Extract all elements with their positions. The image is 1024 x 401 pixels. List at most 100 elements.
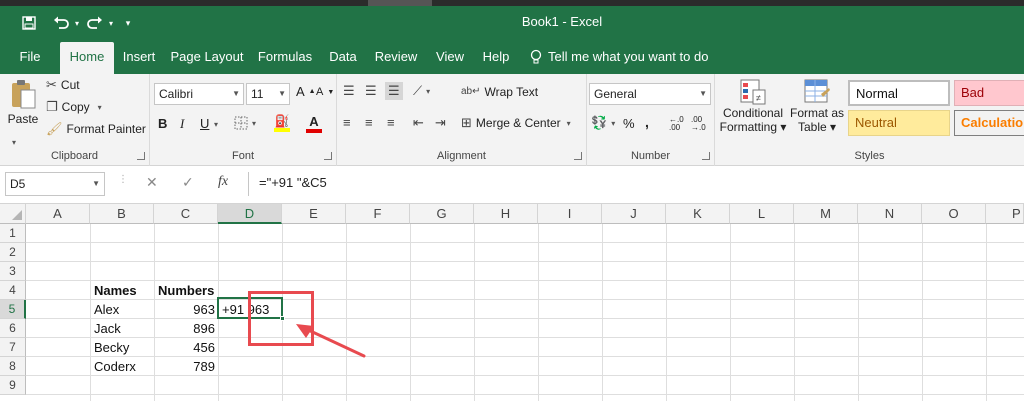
column-header-a[interactable]: A <box>26 204 90 224</box>
column-header-d[interactable]: D <box>218 204 282 224</box>
gridline <box>26 261 1024 262</box>
cell-b6[interactable]: Jack <box>91 319 154 338</box>
wrap-text-button[interactable]: ab↵ Wrap Text <box>461 85 538 99</box>
cell-c5[interactable]: 963 <box>155 300 218 319</box>
name-box[interactable]: D5 ▼ <box>5 172 105 196</box>
style-neutral[interactable]: Neutral <box>848 110 950 136</box>
formula-input[interactable]: ="+91 "&C5 <box>248 172 1024 196</box>
tab-data[interactable]: Data <box>324 40 362 74</box>
number-launcher-icon[interactable] <box>702 152 710 160</box>
column-header-k[interactable]: K <box>666 204 730 224</box>
cell-c4[interactable]: Numbers <box>155 281 218 300</box>
column-header-g[interactable]: G <box>410 204 474 224</box>
style-bad[interactable]: Bad <box>954 80 1024 106</box>
column-header-l[interactable]: L <box>730 204 794 224</box>
increase-font-size-button[interactable]: A ▲ <box>296 84 316 99</box>
tab-formulas[interactable]: Formulas <box>254 40 316 74</box>
merge-center-button[interactable]: ⊞ Merge & Center ▾ <box>461 116 571 131</box>
tab-page-layout[interactable]: Page Layout <box>168 40 246 74</box>
column-header-c[interactable]: C <box>154 204 218 224</box>
select-all-corner[interactable] <box>0 204 26 224</box>
increase-decimal-button[interactable]: ←.0.00 <box>669 116 684 132</box>
insert-function-button[interactable]: fx <box>218 174 228 190</box>
copy-button[interactable]: ❐ Copy ▾ <box>46 100 102 115</box>
column-header-n[interactable]: N <box>858 204 922 224</box>
tab-review[interactable]: Review <box>370 40 422 74</box>
row-header-4[interactable]: 4 <box>0 281 26 300</box>
font-color-button[interactable]: A <box>306 114 322 133</box>
more-options-icon[interactable]: ⋮ <box>118 174 128 185</box>
align-right-button[interactable]: ≡ <box>387 116 395 130</box>
cancel-icon[interactable]: ✕ <box>146 174 158 191</box>
fill-color-button[interactable]: ⛽ <box>274 114 290 132</box>
column-header-f[interactable]: F <box>346 204 410 224</box>
decrease-indent-button[interactable]: ⇤ <box>413 116 424 130</box>
tab-home[interactable]: Home <box>60 42 114 74</box>
tab-view[interactable]: View <box>430 40 470 74</box>
tab-help[interactable]: Help <box>478 40 514 74</box>
tell-me-box[interactable]: Tell me what you want to do <box>530 40 708 74</box>
font-name-select[interactable]: Calibri ▼ <box>154 83 244 105</box>
align-center-button[interactable]: ≡ <box>365 116 373 130</box>
underline-button[interactable]: U <box>200 116 209 131</box>
column-header-e[interactable]: E <box>282 204 346 224</box>
number-format-select[interactable]: General ▼ <box>589 83 711 105</box>
borders-icon <box>234 116 248 130</box>
row-header-8[interactable]: 8 <box>0 357 26 376</box>
alignment-launcher-icon[interactable] <box>574 152 582 160</box>
cell-c8[interactable]: 789 <box>155 357 218 376</box>
cell-c7[interactable]: 456 <box>155 338 218 357</box>
row-header-7[interactable]: 7 <box>0 338 26 357</box>
row-header-9[interactable]: 9 <box>0 376 26 395</box>
cut-button[interactable]: ✂ Cut <box>46 78 80 93</box>
column-header-m[interactable]: M <box>794 204 858 224</box>
format-as-table-button[interactable]: Format as Table ▾ <box>789 78 845 134</box>
italic-button[interactable]: I <box>180 116 184 132</box>
middle-align-button[interactable]: ☰ <box>365 84 377 98</box>
cell-c6[interactable]: 896 <box>155 319 218 338</box>
align-left-button[interactable]: ≡ <box>343 116 351 130</box>
row-header-6[interactable]: 6 <box>0 319 26 338</box>
percent-style-button[interactable]: % <box>623 116 635 131</box>
clipboard-group: Paste ▾ ✂ Cut ❐ Copy ▾ 🖌 Format Painter … <box>0 74 150 166</box>
column-header-o[interactable]: O <box>922 204 986 224</box>
cell-b8[interactable]: Coderx <box>91 357 154 376</box>
paste-dropdown-icon[interactable]: ▾ <box>12 138 16 147</box>
column-header-b[interactable]: B <box>90 204 154 224</box>
align-right-icon: ≡ <box>387 115 395 130</box>
row-header-3[interactable]: 3 <box>0 262 26 281</box>
increase-indent-button[interactable]: ⇥ <box>435 116 446 130</box>
decrease-font-size-button[interactable]: A ▼ <box>316 86 334 98</box>
format-painter-button[interactable]: 🖌 Format Painter <box>46 122 146 137</box>
paste-button[interactable]: Paste <box>6 78 40 136</box>
cell-b5[interactable]: Alex <box>91 300 154 319</box>
borders-button[interactable]: ▾ <box>234 116 256 130</box>
font-size-select[interactable]: 11 ▼ <box>246 83 290 105</box>
row-header-2[interactable]: 2 <box>0 243 26 262</box>
column-header-p[interactable]: P <box>986 204 1024 224</box>
column-header-h[interactable]: H <box>474 204 538 224</box>
font-launcher-icon[interactable] <box>324 152 332 160</box>
orientation-button[interactable]: ⟋ ▾ <box>413 84 430 98</box>
cell-b7[interactable]: Becky <box>91 338 154 357</box>
column-header-i[interactable]: I <box>538 204 602 224</box>
row-header-1[interactable]: 1 <box>0 224 26 243</box>
cell-b4[interactable]: Names <box>91 281 154 300</box>
bold-button[interactable]: B <box>158 116 167 131</box>
style-normal[interactable]: Normal <box>848 80 950 106</box>
decrease-decimal-button[interactable]: .00 →.0 <box>691 116 706 132</box>
row-header-5[interactable]: 5 <box>0 300 26 319</box>
column-header-j[interactable]: J <box>602 204 666 224</box>
conditional-formatting-button[interactable]: ≠ Conditional Formatting ▾ <box>720 78 786 134</box>
clipboard-launcher-icon[interactable] <box>137 152 145 160</box>
comma-style-button[interactable]: , <box>645 114 649 130</box>
underline-dropdown-icon[interactable]: ▾ <box>214 120 218 129</box>
copy-dropdown-icon[interactable]: ▾ <box>98 103 102 112</box>
style-calculation[interactable]: Calculation <box>954 110 1024 136</box>
accounting-format-button[interactable]: 💱 ▾ <box>591 116 615 130</box>
tab-file[interactable]: File <box>12 40 48 74</box>
top-align-button[interactable]: ☰ <box>343 84 355 98</box>
bottom-align-button[interactable]: ☰ <box>385 82 403 100</box>
tab-insert[interactable]: Insert <box>118 40 160 74</box>
enter-icon[interactable]: ✓ <box>182 174 194 191</box>
